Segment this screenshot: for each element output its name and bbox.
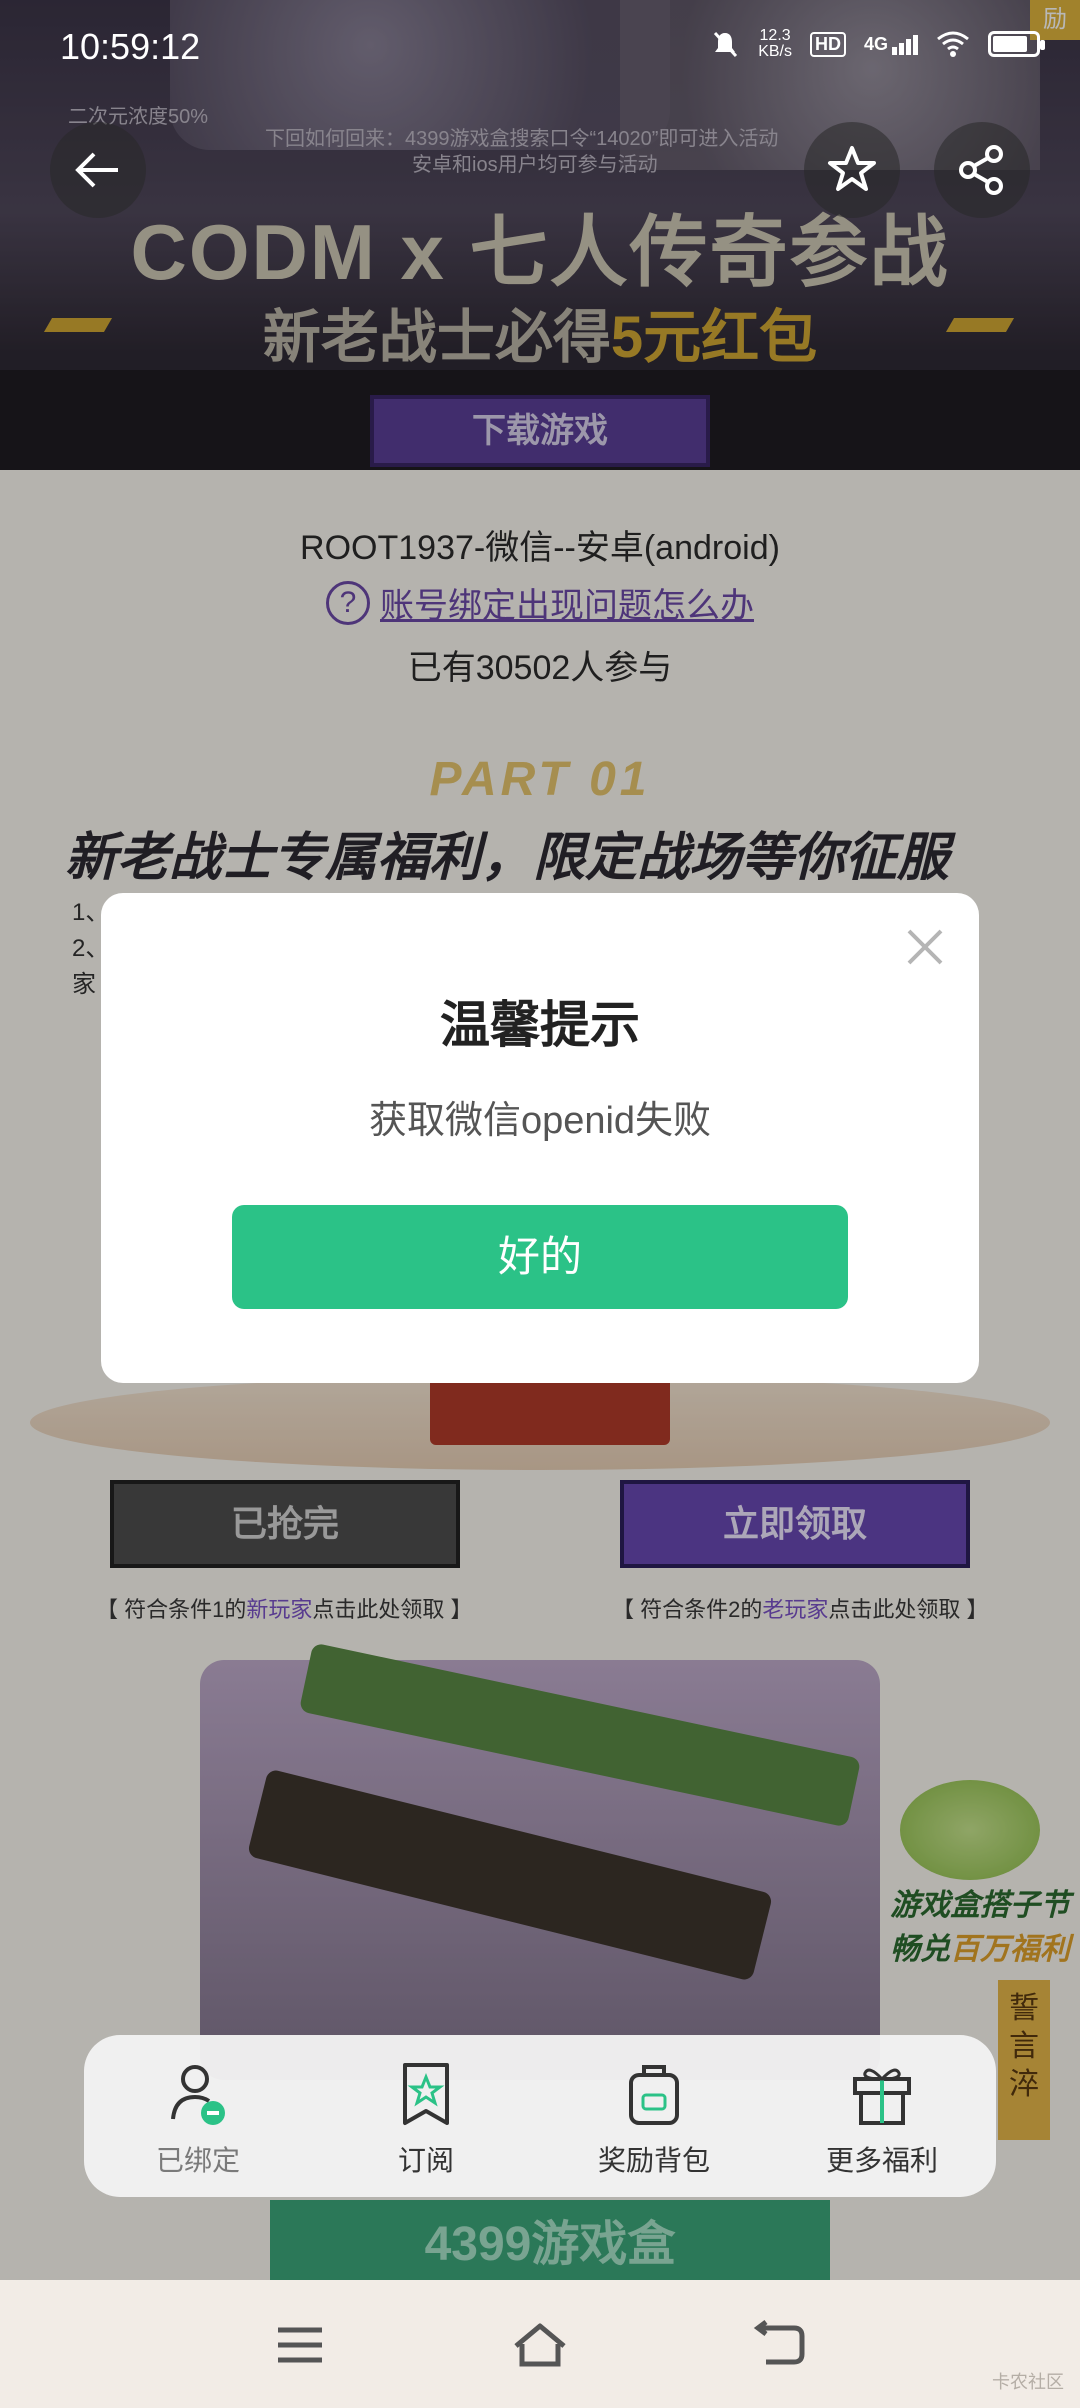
tab-label: 更多福利 — [825, 2145, 938, 2176]
net-speed: 12.3 KB/s — [758, 28, 792, 60]
user-bound-icon — [171, 2065, 225, 2125]
backpack-icon — [629, 2065, 679, 2125]
menu-icon[interactable] — [270, 2320, 330, 2370]
close-icon[interactable] — [903, 925, 947, 969]
bookmark-star-icon — [403, 2063, 449, 2125]
gift-icon — [853, 2068, 911, 2125]
status-icons: 12.3 KB/s HD 4G — [710, 28, 1045, 60]
net-speed-unit: KB/s — [758, 43, 792, 60]
watermark: 卡农社区 — [992, 2372, 1064, 2392]
bottom-tabbar: 已绑定 订阅 奖励背包 更多福利 — [84, 2035, 996, 2197]
dialog-message: 获取微信openid失败 — [368, 1100, 712, 1142]
hd-icon: HD — [809, 31, 846, 57]
alert-dialog: 温馨提示 获取微信openid失败 好的 — [101, 893, 979, 1383]
tab-reward-bag[interactable]: 奖励背包 — [540, 2035, 768, 2197]
share-button[interactable] — [934, 122, 1030, 218]
dialog-title: 温馨提示 — [440, 997, 640, 1053]
tab-label: 订阅 — [397, 2145, 454, 2176]
back-button[interactable] — [50, 122, 146, 218]
tab-subscribe[interactable]: 订阅 — [312, 2035, 540, 2197]
tab-more-benefits[interactable]: 更多福利 — [768, 2035, 996, 2197]
favorite-button[interactable] — [804, 122, 900, 218]
mute-icon — [714, 31, 738, 58]
arrow-left-icon — [75, 152, 118, 188]
net-speed-value: 12.3 — [759, 27, 791, 44]
status-time: 10:59:12 — [60, 26, 201, 67]
system-nav-bar: 卡农社区 — [0, 2280, 1080, 2408]
tab-bound[interactable]: 已绑定 — [84, 2035, 312, 2197]
star-icon — [828, 146, 876, 191]
wifi-icon — [937, 31, 969, 57]
network-type: 4G — [863, 33, 888, 54]
signal-icon: 4G — [864, 34, 918, 55]
battery-icon — [988, 31, 1045, 57]
ok-button[interactable]: 好的 — [232, 1205, 848, 1309]
tab-label: 奖励背包 — [597, 2145, 710, 2176]
tab-label: 已绑定 — [155, 2145, 240, 2176]
back-icon[interactable] — [750, 2320, 810, 2370]
status-bar: 10:59:12 12.3 KB/s HD 4G — [0, 0, 1080, 96]
share-icon — [959, 145, 1003, 195]
home-icon[interactable] — [510, 2320, 570, 2370]
battery-fill — [993, 36, 1027, 52]
